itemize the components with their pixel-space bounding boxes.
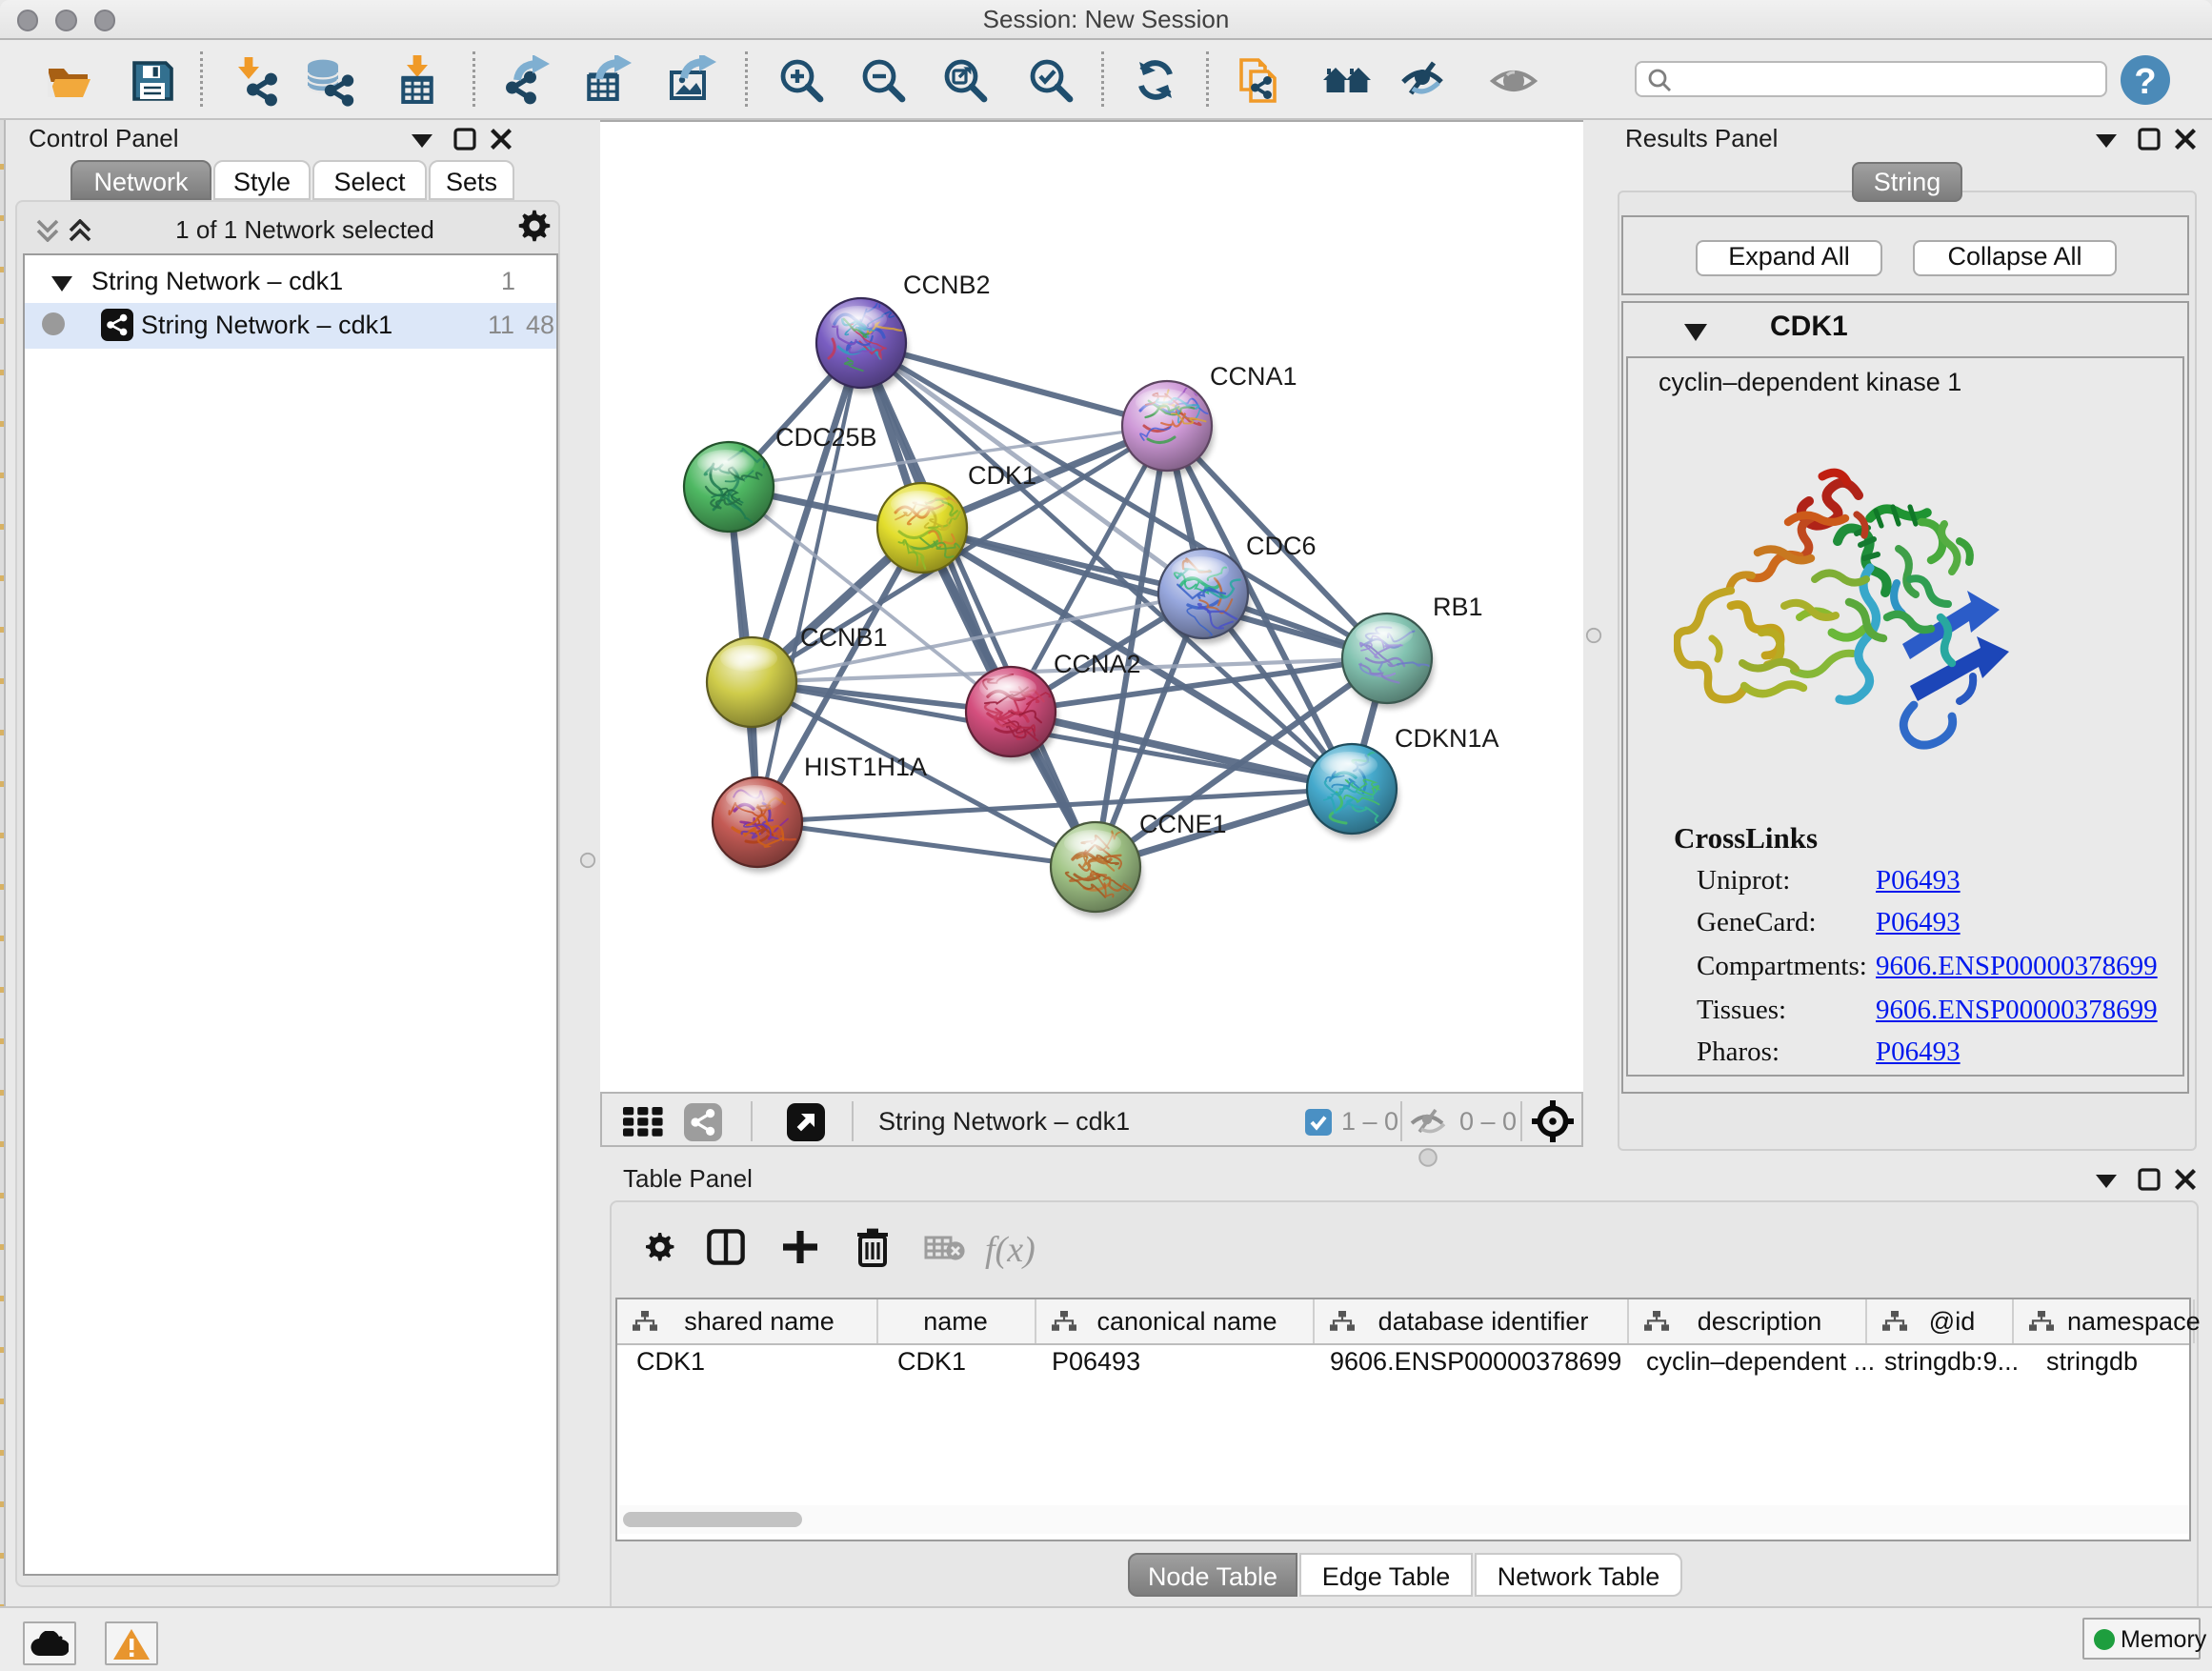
svg-text:CCNE1: CCNE1	[1139, 810, 1227, 838]
svg-text:CCNA2: CCNA2	[1054, 650, 1141, 678]
svg-text:CDC25B: CDC25B	[775, 423, 877, 452]
svg-text:RB1: RB1	[1433, 593, 1483, 621]
svg-text:HIST1H1A: HIST1H1A	[804, 753, 927, 781]
svg-text:CCNB1: CCNB1	[800, 623, 888, 652]
svg-text:CDC6: CDC6	[1246, 532, 1317, 560]
svg-text:CDK1: CDK1	[968, 461, 1036, 490]
svg-text:CDKN1A: CDKN1A	[1395, 724, 1499, 753]
svg-text:CCNB2: CCNB2	[903, 271, 991, 299]
svg-text:CCNA1: CCNA1	[1210, 362, 1297, 391]
svg-text:?: ?	[2134, 62, 2156, 102]
